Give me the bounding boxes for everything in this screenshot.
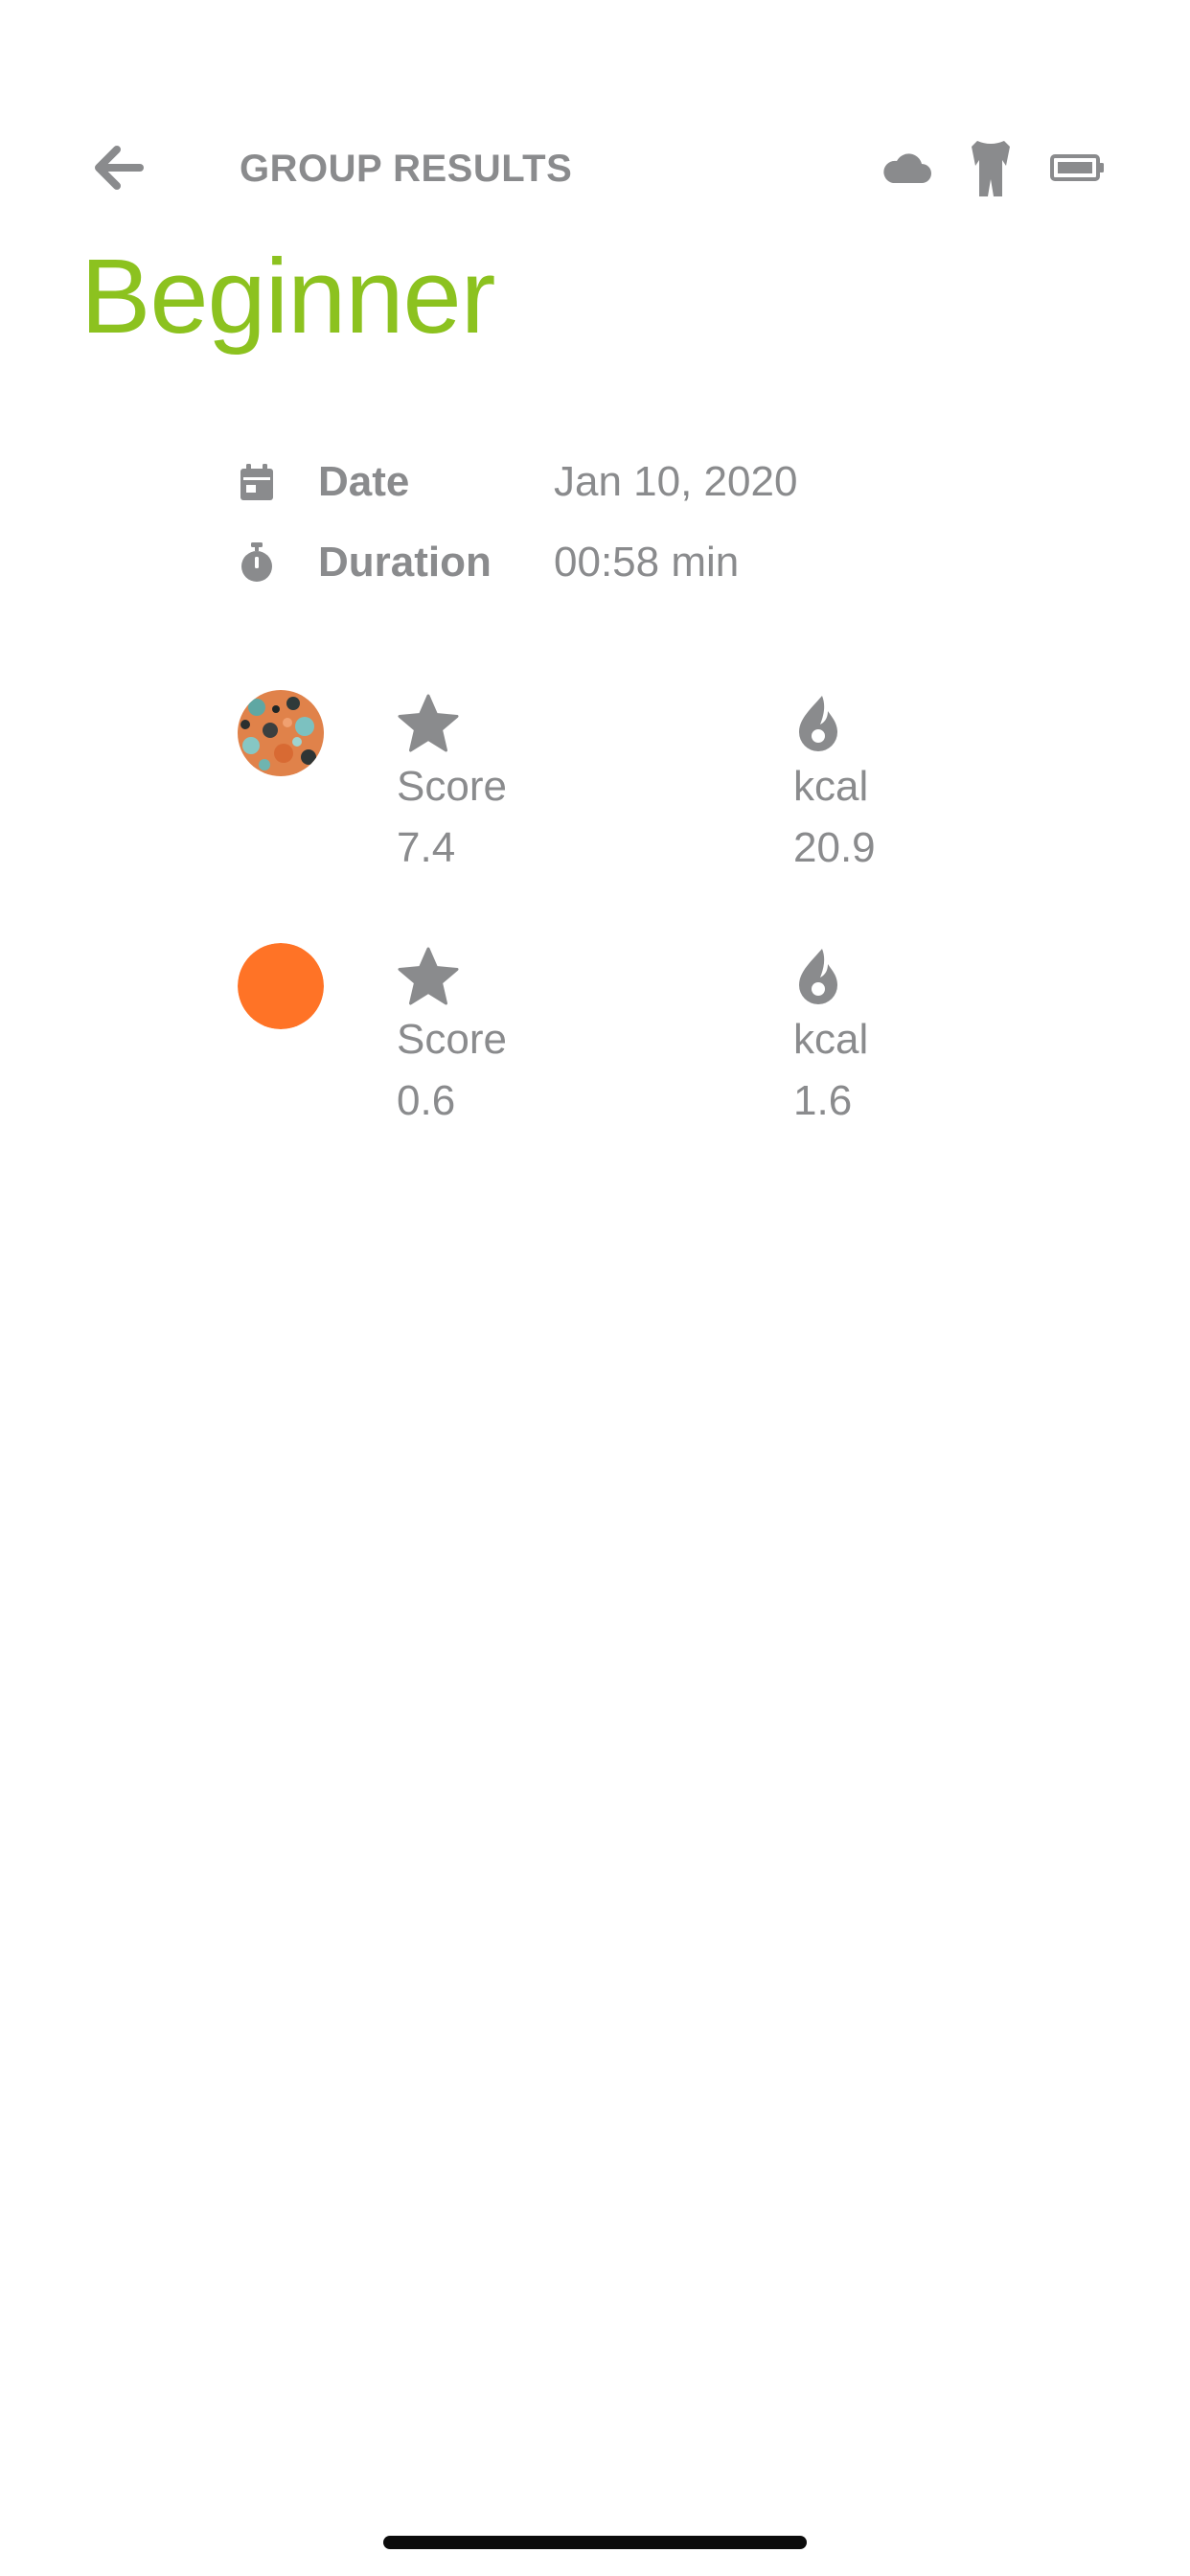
device-status-bar <box>881 134 1106 201</box>
score-label: Score <box>397 1016 507 1063</box>
arrow-left-icon <box>95 146 144 190</box>
score-metric: Score 7.4 <box>397 690 607 880</box>
home-indicator[interactable] <box>383 2536 807 2549</box>
flame-icon <box>793 943 1004 1010</box>
cloud-icon <box>881 151 931 184</box>
orange-avatar <box>238 943 324 1029</box>
result-row[interactable]: Score 0.6 kcal 1.6 <box>0 943 1190 1163</box>
back-button[interactable] <box>88 139 149 196</box>
kcal-label: kcal <box>793 1016 869 1063</box>
score-value: 0.6 <box>397 1077 456 1124</box>
page-title: Beginner <box>80 238 495 356</box>
flame-icon <box>793 690 1004 757</box>
kcal-label: kcal <box>793 763 869 810</box>
battery-icon <box>1050 153 1106 182</box>
kcal-metric: kcal 20.9 <box>793 690 1004 880</box>
patterned-avatar <box>238 690 324 776</box>
date-row: Date Jan 10, 2020 <box>238 453 797 511</box>
kcal-value: 20.9 <box>793 824 876 871</box>
bodysuit-icon <box>970 137 1012 198</box>
header-title: GROUP RESULTS <box>240 148 573 190</box>
duration-row: Duration 00:58 min <box>238 534 739 591</box>
score-value: 7.4 <box>397 824 456 871</box>
star-icon <box>397 943 607 1010</box>
avatar <box>238 943 324 1029</box>
result-row[interactable]: Score 7.4 kcal 20.9 <box>0 690 1190 910</box>
date-label: Date <box>318 458 410 505</box>
calendar-icon <box>238 461 276 503</box>
duration-value: 00:58 min <box>554 539 740 586</box>
score-label: Score <box>397 763 507 810</box>
star-icon <box>397 690 607 757</box>
duration-label: Duration <box>318 539 492 586</box>
date-value: Jan 10, 2020 <box>554 458 798 505</box>
kcal-value: 1.6 <box>793 1077 853 1124</box>
kcal-metric: kcal 1.6 <box>793 943 1004 1133</box>
stopwatch-icon <box>238 541 276 584</box>
score-metric: Score 0.6 <box>397 943 607 1133</box>
avatar <box>238 690 324 776</box>
